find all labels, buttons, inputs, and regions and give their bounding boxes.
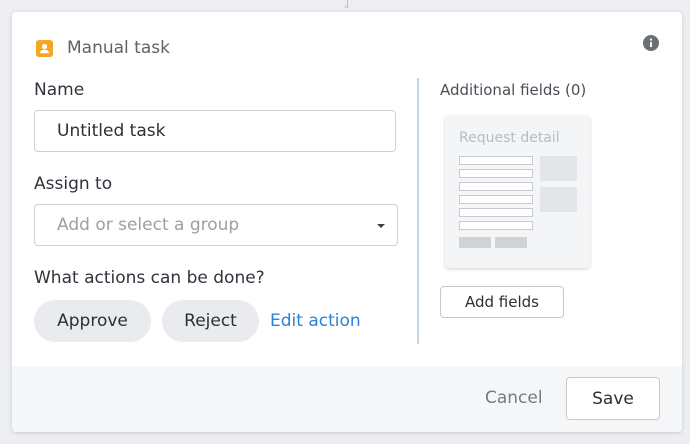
approve-action-pill[interactable]: Approve [34, 300, 151, 342]
manual-task-dialog: Manual task Name Untitled task Assign to… [12, 12, 682, 432]
preview-line [459, 195, 533, 204]
actions-row: Approve Reject Edit action [34, 300, 404, 342]
preview-line [459, 182, 533, 191]
name-label: Name [34, 80, 85, 100]
assign-group-select[interactable]: Add or select a group [34, 204, 398, 246]
assign-placeholder: Add or select a group [57, 215, 240, 235]
dialog-title: Manual task [67, 38, 170, 58]
request-detail-preview: Request detail [445, 116, 590, 268]
additional-fields-label: Additional fields (0) [440, 81, 587, 99]
assign-label: Assign to [34, 174, 113, 194]
cancel-button[interactable]: Cancel [485, 388, 543, 408]
reject-action-pill[interactable]: Reject [162, 300, 259, 342]
caret-down-icon [377, 224, 385, 228]
person-icon [36, 39, 53, 57]
preview-button [495, 237, 527, 248]
preview-button [459, 237, 491, 248]
additional-fields-panel: Additional fields (0) Request detail Add… [440, 78, 670, 318]
actions-label: What actions can be done? [34, 268, 265, 288]
preview-title: Request detail [459, 130, 560, 146]
edit-action-link[interactable]: Edit action [270, 311, 361, 331]
task-form: Name Untitled task Assign to Add or sele… [34, 78, 404, 342]
add-fields-button[interactable]: Add fields [440, 286, 564, 318]
chevron-down-icon: ⌄ [342, 0, 351, 11]
name-input[interactable]: Untitled task [34, 110, 396, 152]
preview-line [459, 221, 533, 230]
preview-line [459, 156, 533, 165]
preview-line [459, 169, 533, 178]
column-divider [417, 78, 419, 344]
preview-box [540, 156, 577, 181]
save-button[interactable]: Save [566, 377, 660, 420]
preview-box [540, 187, 577, 212]
dialog-header: Manual task [36, 36, 170, 60]
info-icon[interactable] [643, 35, 659, 51]
preview-line [459, 208, 533, 217]
dialog-footer: Cancel Save [12, 366, 682, 432]
